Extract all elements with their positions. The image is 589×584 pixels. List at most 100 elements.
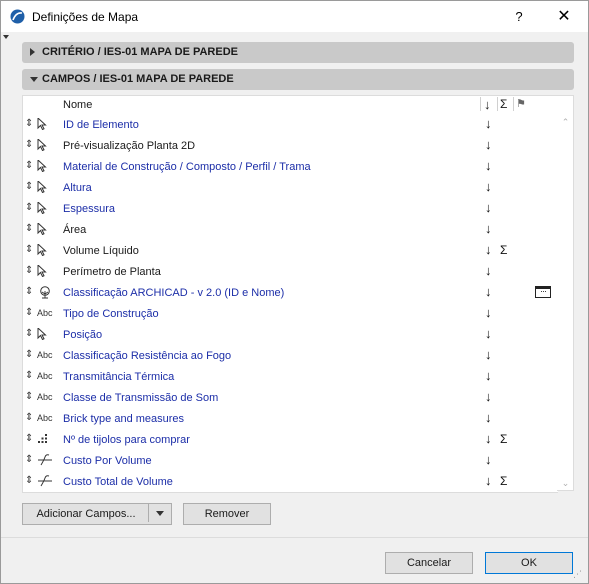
sort-descending-icon[interactable]: ↓ [485,242,492,257]
drag-handle-icon[interactable]: ⇕ [25,118,33,129]
sort-descending-icon[interactable]: ↓ [485,221,492,236]
column-divider [480,97,481,111]
sort-descending-icon[interactable]: ↓ [485,389,492,404]
table-row[interactable]: ⇕ ID de Elemento ↓ [23,114,558,135]
sort-descending-icon[interactable]: ↓ [485,200,492,215]
drag-handle-icon[interactable]: ⇕ [25,160,33,171]
title-bar: Definições de Mapa ? ✕ [1,1,588,32]
drag-handle-icon[interactable]: ⇕ [25,391,33,402]
field-name: Tipo de Construção [63,308,159,320]
table-row[interactable]: ⇕ Volume Líquido ↓ Σ [23,240,558,261]
sum-icon[interactable]: Σ [500,474,507,488]
classification-tree-icon [37,286,57,299]
field-name: Altura [63,182,92,194]
expand-arrow-icon [30,48,35,56]
column-divider [513,97,514,111]
scroll-up-icon[interactable]: ⌃ [561,118,570,127]
drag-handle-icon[interactable]: ⇕ [25,433,33,444]
text-property-icon: Abc [37,371,53,381]
table-row[interactable]: ⇕ Abc Transmitância Térmica ↓ [23,366,558,387]
table-row[interactable]: ⇕ Espessura ↓ [23,198,558,219]
help-button[interactable]: ? [509,7,529,27]
table-row[interactable]: ⇕ Custo Total de Volume ↓ Σ [23,471,558,492]
list-scrollbar[interactable]: ⌃ ⌄ [557,95,574,491]
add-fields-button[interactable]: Adicionar Campos... [22,503,172,525]
drag-handle-icon[interactable]: ⇕ [25,349,33,360]
sort-descending-icon[interactable]: ↓ [485,473,492,488]
drag-handle-icon[interactable]: ⇕ [25,454,33,465]
dropdown-arrow-icon[interactable] [156,511,164,516]
drag-handle-icon[interactable]: ⇕ [25,202,33,213]
drag-handle-icon[interactable]: ⇕ [25,475,33,486]
drag-handle-icon[interactable]: ⇕ [25,139,33,150]
drag-handle-icon[interactable]: ⇕ [25,244,33,255]
sort-descending-icon[interactable]: ↓ [485,305,492,320]
section-criteria[interactable]: CRITÉRIO / IES-01 MAPA DE PAREDE [22,42,574,63]
list-header: Nome ↓ Σ ⚑ [23,96,558,114]
more-options-icon[interactable]: ··· [535,286,551,298]
sort-descending-icon[interactable]: ↓ [485,263,492,278]
sum-icon[interactable]: Σ [500,432,507,446]
sort-descending-icon[interactable]: ↓ [485,452,492,467]
field-name: Classe de Transmissão de Som [63,392,219,404]
sort-descending-icon[interactable]: ↓ [485,431,492,446]
section-fields-label: CAMPOS / IES-01 MAPA DE PAREDE [42,73,234,85]
table-row[interactable]: ⇕ Abc Classe de Transmissão de Som ↓ [23,387,558,408]
column-sort-header-icon[interactable]: ↓ [484,97,491,112]
field-name: Nº de tijolos para comprar [63,434,190,446]
sort-descending-icon[interactable]: ↓ [485,158,492,173]
cursor-arrow-icon [37,202,57,215]
table-row[interactable]: ⇕ Custo Por Volume ↓ [23,450,558,471]
field-name: Material de Construção / Composto / Perf… [63,161,311,173]
drag-handle-icon[interactable]: ⇕ [25,370,33,381]
table-row[interactable]: ⇕ Área ↓ [23,219,558,240]
sort-descending-icon[interactable]: ↓ [485,179,492,194]
table-row[interactable]: ⇕ Altura ↓ [23,177,558,198]
sum-icon[interactable]: Σ [500,243,507,257]
field-name: Espessura [63,203,115,215]
table-row[interactable]: ⇕ Perímetro de Planta ↓ [23,261,558,282]
column-sum-header-icon[interactable]: Σ [500,97,507,111]
sort-descending-icon[interactable]: ↓ [485,410,492,425]
collapse-arrow-icon [30,77,38,82]
drag-handle-icon[interactable]: ⇕ [25,412,33,423]
table-row[interactable]: ⇕ Material de Construção / Composto / Per… [23,156,558,177]
sort-descending-icon[interactable]: ↓ [485,347,492,362]
field-name: Posição [63,329,103,341]
table-row[interactable]: ⇕ Pré-visualização Planta 2D ↓ [23,135,558,156]
section-fields[interactable]: CAMPOS / IES-01 MAPA DE PAREDE [22,69,574,90]
remove-button[interactable]: Remover [183,503,271,525]
table-row[interactable]: ⇕ Posição ↓ [23,324,558,345]
table-row[interactable]: ⇕ Abc Brick type and measures ↓ [23,408,558,429]
drag-handle-icon[interactable]: ⇕ [25,265,33,276]
drag-handle-icon[interactable]: ⇕ [25,286,33,297]
field-name: Área [63,224,87,236]
sort-descending-icon[interactable]: ↓ [485,284,492,299]
resize-grip-icon[interactable]: ⋰ [573,569,585,581]
cursor-arrow-icon [37,223,57,236]
field-name: Pré-visualização Planta 2D [63,140,196,152]
archicad-app-icon [10,9,25,24]
cancel-button[interactable]: Cancelar [385,552,473,574]
drag-handle-icon[interactable]: ⇕ [25,181,33,192]
column-flag-header-icon[interactable]: ⚑ [516,97,526,110]
ok-button[interactable]: OK [485,552,573,574]
text-property-icon: Abc [37,392,53,402]
sort-descending-icon[interactable]: ↓ [485,137,492,152]
table-row[interactable]: ⇕ Classificação ARCHICAD - v 2.0 (ID e No… [23,282,558,303]
close-button[interactable]: ✕ [554,7,574,27]
table-row[interactable]: ⇕ Abc Classificação Resistência ao Fogo ↓ [23,345,558,366]
drag-handle-icon[interactable]: ⇕ [25,307,33,318]
table-row[interactable]: ⇕ Abc Tipo de Construção ↓ [23,303,558,324]
map-settings-dialog: Definições de Mapa ? ✕ CRITÉRIO / IES-01… [0,0,589,584]
sort-descending-icon[interactable]: ↓ [485,326,492,341]
drag-handle-icon[interactable]: ⇕ [25,223,33,234]
footer-divider [1,537,588,538]
sort-descending-icon[interactable]: ↓ [485,368,492,383]
scroll-down-icon[interactable]: ⌄ [561,479,570,488]
number-property-icon [37,433,57,446]
sort-descending-icon[interactable]: ↓ [485,116,492,131]
collapse-marker-icon [3,35,9,39]
table-row[interactable]: ⇕ Nº de tijolos para comprar ↓ Σ [23,429,558,450]
drag-handle-icon[interactable]: ⇕ [25,328,33,339]
